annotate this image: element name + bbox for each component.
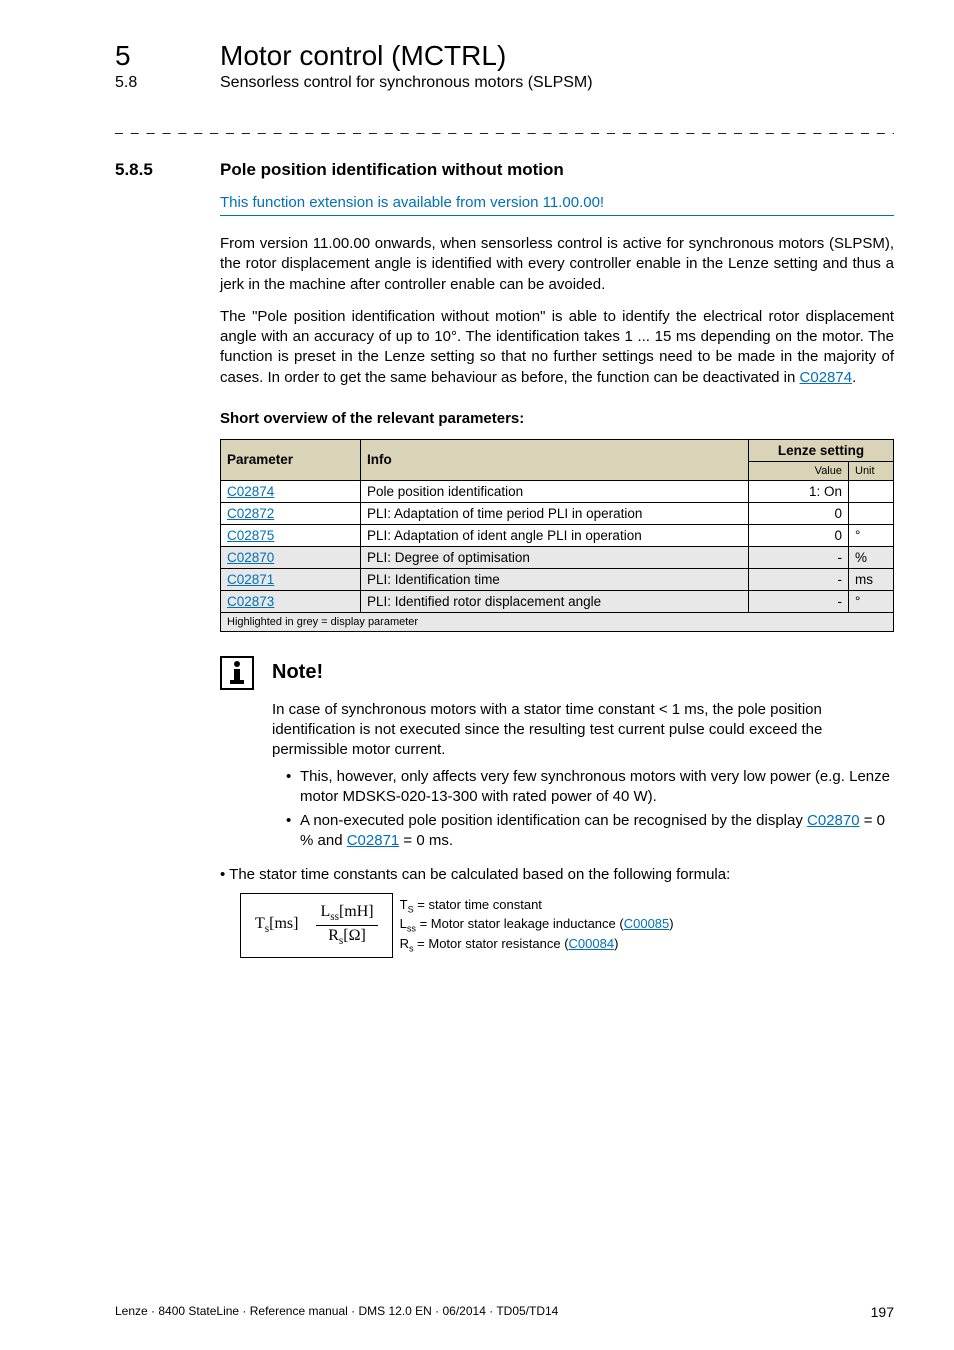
formula-desc-line-3: Rs = Motor stator resistance (C00084) [400,935,674,955]
param-unit: ° [849,524,894,546]
subsection-heading: 5.8 Sensorless control for synchronous m… [115,74,894,92]
col-value: Value [749,461,849,480]
link-c00084[interactable]: C00084 [569,936,615,951]
formula-row: Ts[ms] Lss[mH] Rs[Ω] TS = stator time co… [240,893,894,959]
param-value: - [749,590,849,612]
param-info: Pole position identification [361,480,749,502]
param-value: 0 [749,502,849,524]
note-paragraph: In case of synchronous motors with a sta… [272,700,894,761]
param-value: 0 [749,524,849,546]
note-bullet-2: A non-executed pole position identificat… [286,811,894,852]
formula-fraction: Lss[mH] Rs[Ω] [316,904,377,948]
param-unit: ms [849,568,894,590]
param-unit [849,502,894,524]
param-link[interactable]: C02870 [227,550,274,565]
version-note-underline [220,215,894,216]
chapter-title: Motor control (MCTRL) [220,40,506,72]
table-footnote-row: Highlighted in grey = display parameter [221,612,894,631]
parameters-heading: Short overview of the relevant parameter… [220,410,894,427]
col-lenze-setting: Lenze setting [749,439,894,461]
footer-text: Lenze · 8400 StateLine · Reference manua… [115,1304,558,1320]
param-info: PLI: Identification time [361,568,749,590]
divider: _ _ _ _ _ _ _ _ _ _ _ _ _ _ _ _ _ _ _ _ … [115,118,894,134]
note-bullet-list: This, however, only affects very few syn… [272,767,894,852]
formula-left: Ts[ms] [255,915,298,935]
paragraph-2-text-a: The "Pole position identification withou… [220,308,894,386]
param-info: PLI: Adaptation of ident angle PLI in op… [361,524,749,546]
info-icon [220,656,254,690]
section-title: Pole position identification without mot… [220,160,564,180]
param-link[interactable]: C02872 [227,506,274,521]
param-unit [849,480,894,502]
subsection-title: Sensorless control for synchronous motor… [220,74,593,92]
formula-desc-line-2: Lss = Motor stator leakage inductance (C… [400,915,674,935]
param-link[interactable]: C02875 [227,528,274,543]
chapter-heading: 5 Motor control (MCTRL) [115,40,894,72]
param-link[interactable]: C02873 [227,594,274,609]
table-row: C02873 PLI: Identified rotor displacemen… [221,590,894,612]
param-value: 1: On [749,480,849,502]
table-header-row: Parameter Info Lenze setting [221,439,894,461]
chapter-number: 5 [115,40,220,72]
formula-description: TS = stator time constant Lss = Motor st… [399,896,674,956]
formula-box: Ts[ms] Lss[mH] Rs[Ω] [240,893,393,959]
subsection-number: 5.8 [115,74,220,92]
parameters-table: Parameter Info Lenze setting Value Unit … [220,439,894,632]
param-link[interactable]: C02871 [227,572,274,587]
param-unit: ° [849,590,894,612]
note-body: In case of synchronous motors with a sta… [272,700,894,852]
table-row: C02871 PLI: Identification time - ms [221,568,894,590]
page-number: 197 [871,1304,894,1320]
col-parameter: Parameter [221,439,361,480]
formula-intro-bullet: The stator time constants can be calcula… [220,866,894,883]
link-c02874[interactable]: C02874 [800,369,853,386]
table-row: C02874 Pole position identification 1: O… [221,480,894,502]
link-c02871[interactable]: C02871 [347,832,400,849]
table-row: C02875 PLI: Adaptation of ident angle PL… [221,524,894,546]
param-info: PLI: Identified rotor displacement angle [361,590,749,612]
param-unit: % [849,546,894,568]
param-value: - [749,568,849,590]
page-footer: Lenze · 8400 StateLine · Reference manua… [115,1304,894,1320]
paragraph-2-text-b: . [852,369,856,386]
note-block: Note! In case of synchronous motors with… [220,656,894,852]
table-footnote: Highlighted in grey = display parameter [221,612,894,631]
link-c02870[interactable]: C02870 [807,812,860,829]
paragraph-2: The "Pole position identification withou… [220,307,894,388]
note-title: Note! [272,661,323,684]
formula-desc-line-1: TS = stator time constant [400,896,674,916]
param-info: PLI: Adaptation of time period PLI in op… [361,502,749,524]
table-row: C02870 PLI: Degree of optimisation - % [221,546,894,568]
param-value: - [749,546,849,568]
note-bullet-1: This, however, only affects very few syn… [286,767,894,808]
table-row: C02872 PLI: Adaptation of time period PL… [221,502,894,524]
link-c00085[interactable]: C00085 [624,916,670,931]
param-info: PLI: Degree of optimisation [361,546,749,568]
col-info: Info [361,439,749,480]
note-header: Note! [220,656,894,690]
formula-numerator: Lss[mH] [316,904,377,926]
section-number: 5.8.5 [115,160,220,180]
col-unit: Unit [849,461,894,480]
formula-denominator: Rs[Ω] [316,926,377,947]
version-note: This function extension is available fro… [220,194,894,211]
section-heading: 5.8.5 Pole position identification witho… [115,160,894,180]
param-link[interactable]: C02874 [227,484,274,499]
paragraph-1: From version 11.00.00 onwards, when sens… [220,234,894,295]
